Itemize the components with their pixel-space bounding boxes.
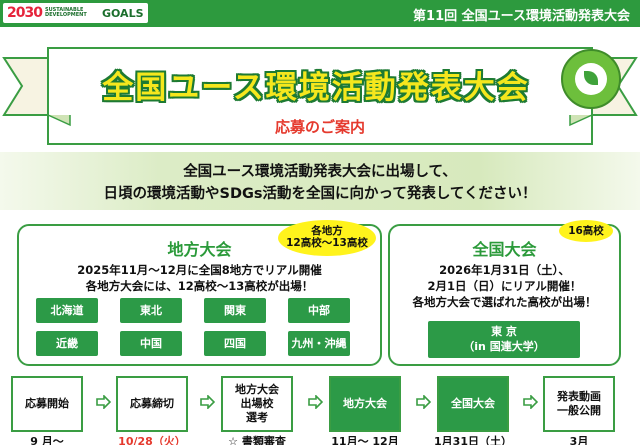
intro-line-2: 日頃の環境活動やSDGs活動を全国に向かって発表してください！	[103, 186, 537, 202]
national-count-callout: 16高校	[559, 220, 613, 242]
national-contest-panel: 全国大会 2026年1月31日（土）、 2月1日（日）にリアル開催！ 各地方大会…	[388, 224, 621, 366]
arrow-right-icon	[416, 395, 431, 409]
region-chugoku: 中国	[120, 331, 182, 356]
emblem-center	[575, 63, 607, 95]
step-date-national: 1月31日（土）	[434, 435, 512, 445]
regional-text-1: 2025年11月～12月に全国8地方でリアル開催	[77, 263, 322, 277]
regional-text-2: 各地方大会には、12高校～13高校が出場！	[85, 279, 314, 293]
intro-line-1: 全国ユース環境活動発表大会に出場して、	[183, 164, 457, 180]
venue-place: （in 国連大学）	[463, 340, 545, 353]
step-selection: 地方大会 出場校 選考	[221, 376, 293, 432]
national-text-1: 2026年1月31日（土）、	[439, 263, 570, 277]
step-regional-contest: 地方大会	[329, 376, 401, 432]
step-date-deadline: 10/28（火）	[118, 435, 186, 445]
step-date-release: 3月	[569, 435, 589, 445]
region-chubu: 中部	[288, 298, 350, 323]
regional-count-callout: 各地方 12高校～13高校	[278, 220, 376, 256]
step-date-regional: 11月～ 12月	[331, 435, 399, 445]
region-kinki: 近畿	[36, 331, 98, 356]
header-bar: 2030 SUSTAINABLE DEVELOPMENT GOALS 第11回 …	[0, 0, 640, 27]
arrow-right-icon	[96, 395, 111, 409]
venue-city: 東 京	[491, 325, 517, 338]
contest-emblem-icon	[561, 49, 621, 109]
step-application-deadline: 応募締切	[116, 376, 188, 432]
region-hokkaido: 北海道	[36, 298, 98, 323]
regional-callout-line-2: 12高校～13高校	[286, 237, 368, 249]
step-date-selection: ☆ 書類審査	[228, 435, 286, 445]
region-kyushu-okinawa: 九州・沖縄	[288, 331, 350, 356]
header-title: 第11回 全国ユース環境活動発表大会	[413, 9, 630, 24]
arrow-right-icon	[200, 395, 215, 409]
region-tohoku: 東北	[120, 298, 182, 323]
arrow-right-icon	[523, 395, 538, 409]
intro-message: 全国ユース環境活動発表大会に出場して、 日頃の環境活動やSDGs活動を全国に向か…	[0, 152, 640, 210]
national-text-3: 各地方大会で選ばれた高校が出場！	[412, 295, 597, 309]
region-shikoku: 四国	[204, 331, 266, 356]
banner-subtitle: 応募のご案内	[274, 118, 365, 136]
sdgs-logo: 2030 SUSTAINABLE DEVELOPMENT GOALS	[3, 3, 148, 23]
sdgs-logo-small-text: SUSTAINABLE DEVELOPMENT	[44, 7, 87, 18]
venue-box: 東 京 （in 国連大学）	[428, 321, 580, 358]
step-video-release: 発表動画 一般公開	[543, 376, 615, 432]
sdgs-logo-number: 2030	[7, 5, 43, 21]
national-text-2: 2月1日（日）にリアル開催！	[427, 279, 582, 293]
title-banner: 全国ユース環境活動発表大会 応募のご案内	[0, 40, 640, 150]
arrow-right-icon	[308, 395, 323, 409]
leaf-icon	[584, 71, 598, 85]
step-date-start: 9 月～	[30, 435, 64, 445]
step-national-contest: 全国大会	[437, 376, 509, 432]
sdgs-logo-goals: GOALS	[101, 6, 144, 20]
step-application-start: 応募開始	[11, 376, 83, 432]
region-kanto: 関東	[204, 298, 266, 323]
banner-title: 全国ユース環境活動発表大会	[102, 70, 530, 106]
regional-callout-line-1: 各地方	[311, 225, 343, 237]
